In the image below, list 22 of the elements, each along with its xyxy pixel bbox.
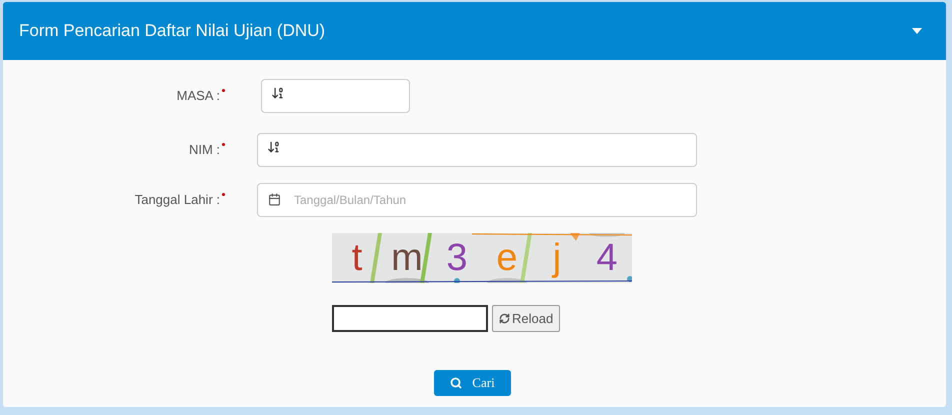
sort-numeric-icon <box>267 140 281 154</box>
input-field[interactable] <box>261 79 410 113</box>
input-field[interactable]: Tanggal/Bulan/Tahun <box>257 183 697 217</box>
caret-icon[interactable] <box>912 28 922 34</box>
field-label: Tanggal Lahir : <box>134 191 220 210</box>
captcha-character: j <box>550 239 562 277</box>
field-label: MASA : <box>176 87 220 106</box>
reload-button[interactable]: Reload <box>492 305 560 332</box>
search-button[interactable]: Cari <box>434 370 511 396</box>
input-field[interactable] <box>257 133 697 167</box>
calendar-icon <box>268 193 281 206</box>
field-label: NIM : <box>188 141 220 160</box>
captcha-character: t <box>350 239 364 277</box>
panel-title: Form Pencarian Daftar Nilai Ujian (DNU) <box>19 20 326 42</box>
refresh-icon <box>499 313 510 324</box>
search-icon <box>450 377 462 389</box>
sort-numeric-icon <box>271 86 285 100</box>
captcha-character: 3 <box>445 239 469 277</box>
captcha-character: e <box>495 239 519 277</box>
captcha-input[interactable] <box>332 305 488 332</box>
captcha-character: m <box>390 239 424 277</box>
captcha-character: 4 <box>595 239 619 277</box>
